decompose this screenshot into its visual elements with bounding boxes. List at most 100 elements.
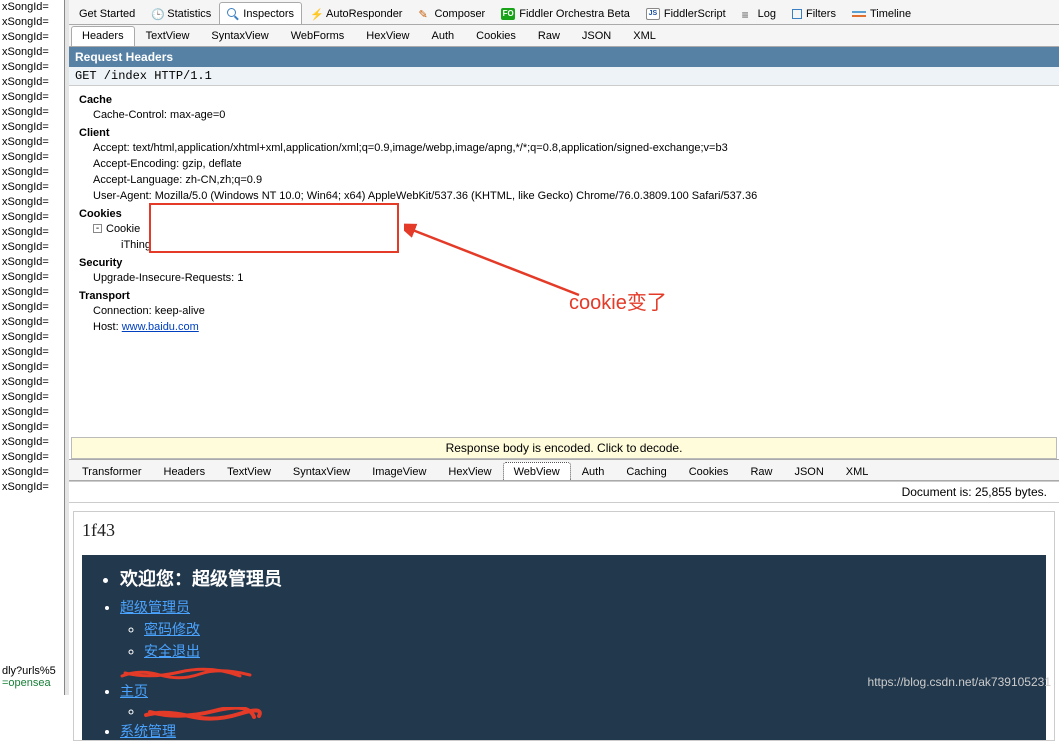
session-row[interactable]: xSongId= [0, 450, 64, 465]
headers-body: Cache Cache-Control: max-age=0 Client Ac… [69, 86, 1059, 345]
decode-response-bar[interactable]: Response body is encoded. Click to decod… [71, 437, 1057, 459]
session-row[interactable]: xSongId= [0, 90, 64, 105]
header-connection[interactable]: Connection: keep-alive [79, 303, 1053, 319]
res-tab-hexview[interactable]: HexView [437, 462, 502, 480]
header-accept-language[interactable]: Accept-Language: zh-CN,zh;q=0.9 [79, 172, 1053, 188]
res-tab-auth[interactable]: Auth [571, 462, 616, 480]
header-cookie-value[interactable]: iThing [79, 237, 1053, 253]
header-cache-control[interactable]: Cache-Control: max-age=0 [79, 107, 1053, 123]
session-row[interactable]: xSongId= [0, 165, 64, 180]
session-list-panel[interactable]: xSongId=xSongId=xSongId=xSongId=xSongId=… [0, 0, 65, 695]
session-row[interactable]: xSongId= [0, 210, 64, 225]
header-user-agent[interactable]: User-Agent: Mozilla/5.0 (Windows NT 10.0… [79, 188, 1053, 204]
webview-content[interactable]: 1f43 欢迎您：超级管理员 超级管理员 密码修改 安全退出 主页 系统管理 系… [73, 511, 1055, 741]
bolt-icon [310, 8, 322, 20]
sys-mgmt-link[interactable]: 系统管理 [120, 723, 176, 739]
header-accept[interactable]: Accept: text/html,application/xhtml+xml,… [79, 140, 1053, 156]
tab-autoresponder[interactable]: AutoResponder [302, 2, 410, 24]
session-row[interactable]: xSongId= [0, 195, 64, 210]
group-client: Client [79, 127, 1053, 139]
session-row[interactable]: xSongId= [0, 390, 64, 405]
home-link[interactable]: 主页 [120, 683, 148, 699]
annotation-text: cookie变了 [569, 286, 667, 315]
res-tab-cookies[interactable]: Cookies [678, 462, 740, 480]
session-row[interactable]: xSongId= [0, 300, 64, 315]
session-row[interactable]: xSongId= [0, 135, 64, 150]
res-tab-textview[interactable]: TextView [216, 462, 282, 480]
document-size: Document is: 25,855 bytes. [69, 481, 1059, 503]
group-transport: Transport [79, 290, 1053, 302]
session-row[interactable]: xSongId= [0, 225, 64, 240]
header-accept-encoding[interactable]: Accept-Encoding: gzip, deflate [79, 156, 1053, 172]
pencil-icon [418, 8, 430, 20]
req-tab-syntaxview[interactable]: SyntaxView [200, 26, 279, 46]
req-tab-textview[interactable]: TextView [135, 26, 201, 46]
session-row[interactable]: dly?urls%5 [2, 665, 56, 677]
header-upgrade[interactable]: Upgrade-Insecure-Requests: 1 [79, 270, 1053, 286]
response-tab-bar: TransformerHeadersTextViewSyntaxViewImag… [69, 459, 1059, 481]
session-row[interactable]: xSongId= [0, 180, 64, 195]
session-row[interactable]: xSongId= [0, 330, 64, 345]
req-tab-auth[interactable]: Auth [421, 26, 466, 46]
tab-composer[interactable]: Composer [410, 2, 493, 24]
session-row[interactable]: xSongId= [0, 465, 64, 480]
res-tab-syntaxview[interactable]: SyntaxView [282, 462, 361, 480]
session-row[interactable]: xSongId= [0, 60, 64, 75]
session-row[interactable]: xSongId= [0, 255, 64, 270]
header-cookie-key[interactable]: -Cookie [79, 221, 1053, 237]
req-tab-hexview[interactable]: HexView [355, 26, 420, 46]
password-change-link[interactable]: 密码修改 [144, 621, 200, 637]
session-row[interactable]: xSongId= [0, 405, 64, 420]
res-tab-transformer[interactable]: Transformer [71, 462, 153, 480]
req-tab-xml[interactable]: XML [622, 26, 667, 46]
inspector-panel: Get StartedStatisticsInspectorsAutoRespo… [65, 0, 1059, 695]
res-tab-raw[interactable]: Raw [739, 462, 783, 480]
tab-fiddlerscript[interactable]: JSFiddlerScript [638, 2, 734, 24]
watermark: https://blog.csdn.net/ak739105231 [868, 675, 1051, 689]
session-row[interactable]: xSongId= [0, 435, 64, 450]
tab-fiddler-orchestra-beta[interactable]: FOFiddler Orchestra Beta [493, 2, 638, 24]
admin-link[interactable]: 超级管理员 [120, 599, 190, 615]
group-cookies: Cookies [79, 208, 1053, 220]
res-tab-headers[interactable]: Headers [153, 462, 217, 480]
session-row[interactable]: xSongId= [0, 120, 64, 135]
tab-filters[interactable]: Filters [784, 2, 844, 24]
session-row[interactable]: xSongId= [0, 285, 64, 300]
session-row[interactable]: xSongId= [0, 15, 64, 30]
safe-exit-link[interactable]: 安全退出 [144, 643, 200, 659]
res-tab-caching[interactable]: Caching [615, 462, 677, 480]
session-row[interactable]: xSongId= [0, 480, 64, 495]
session-row[interactable]: xSongId= [0, 75, 64, 90]
request-tab-bar: HeadersTextViewSyntaxViewWebFormsHexView… [69, 25, 1059, 47]
req-tab-json[interactable]: JSON [571, 26, 622, 46]
res-tab-webview[interactable]: WebView [503, 462, 571, 480]
tab-get-started[interactable]: Get Started [71, 2, 143, 24]
session-row[interactable]: xSongId= [0, 240, 64, 255]
tab-timeline[interactable]: Timeline [844, 2, 919, 24]
session-row[interactable]: xSongId= [0, 45, 64, 60]
tab-statistics[interactable]: Statistics [143, 2, 219, 24]
header-host[interactable]: Host: www.baidu.com [79, 319, 1053, 335]
req-tab-cookies[interactable]: Cookies [465, 26, 527, 46]
req-tab-headers[interactable]: Headers [71, 26, 135, 46]
session-row[interactable]: =opensea [2, 677, 56, 689]
session-row[interactable]: xSongId= [0, 315, 64, 330]
session-row[interactable]: xSongId= [0, 375, 64, 390]
res-tab-imageview[interactable]: ImageView [361, 462, 437, 480]
session-row[interactable]: xSongId= [0, 150, 64, 165]
host-link[interactable]: www.baidu.com [122, 321, 199, 333]
session-row[interactable]: xSongId= [0, 420, 64, 435]
tab-inspectors[interactable]: Inspectors [219, 2, 302, 24]
req-tab-raw[interactable]: Raw [527, 26, 571, 46]
session-row[interactable]: xSongId= [0, 30, 64, 45]
collapse-icon[interactable]: - [93, 224, 102, 233]
session-row[interactable]: xSongId= [0, 360, 64, 375]
req-tab-webforms[interactable]: WebForms [280, 26, 356, 46]
res-tab-json[interactable]: JSON [783, 462, 834, 480]
res-tab-xml[interactable]: XML [835, 462, 880, 480]
session-row[interactable]: xSongId= [0, 105, 64, 120]
tab-log[interactable]: Log [734, 2, 784, 24]
session-row[interactable]: xSongId= [0, 0, 64, 15]
session-row[interactable]: xSongId= [0, 345, 64, 360]
session-row[interactable]: xSongId= [0, 270, 64, 285]
